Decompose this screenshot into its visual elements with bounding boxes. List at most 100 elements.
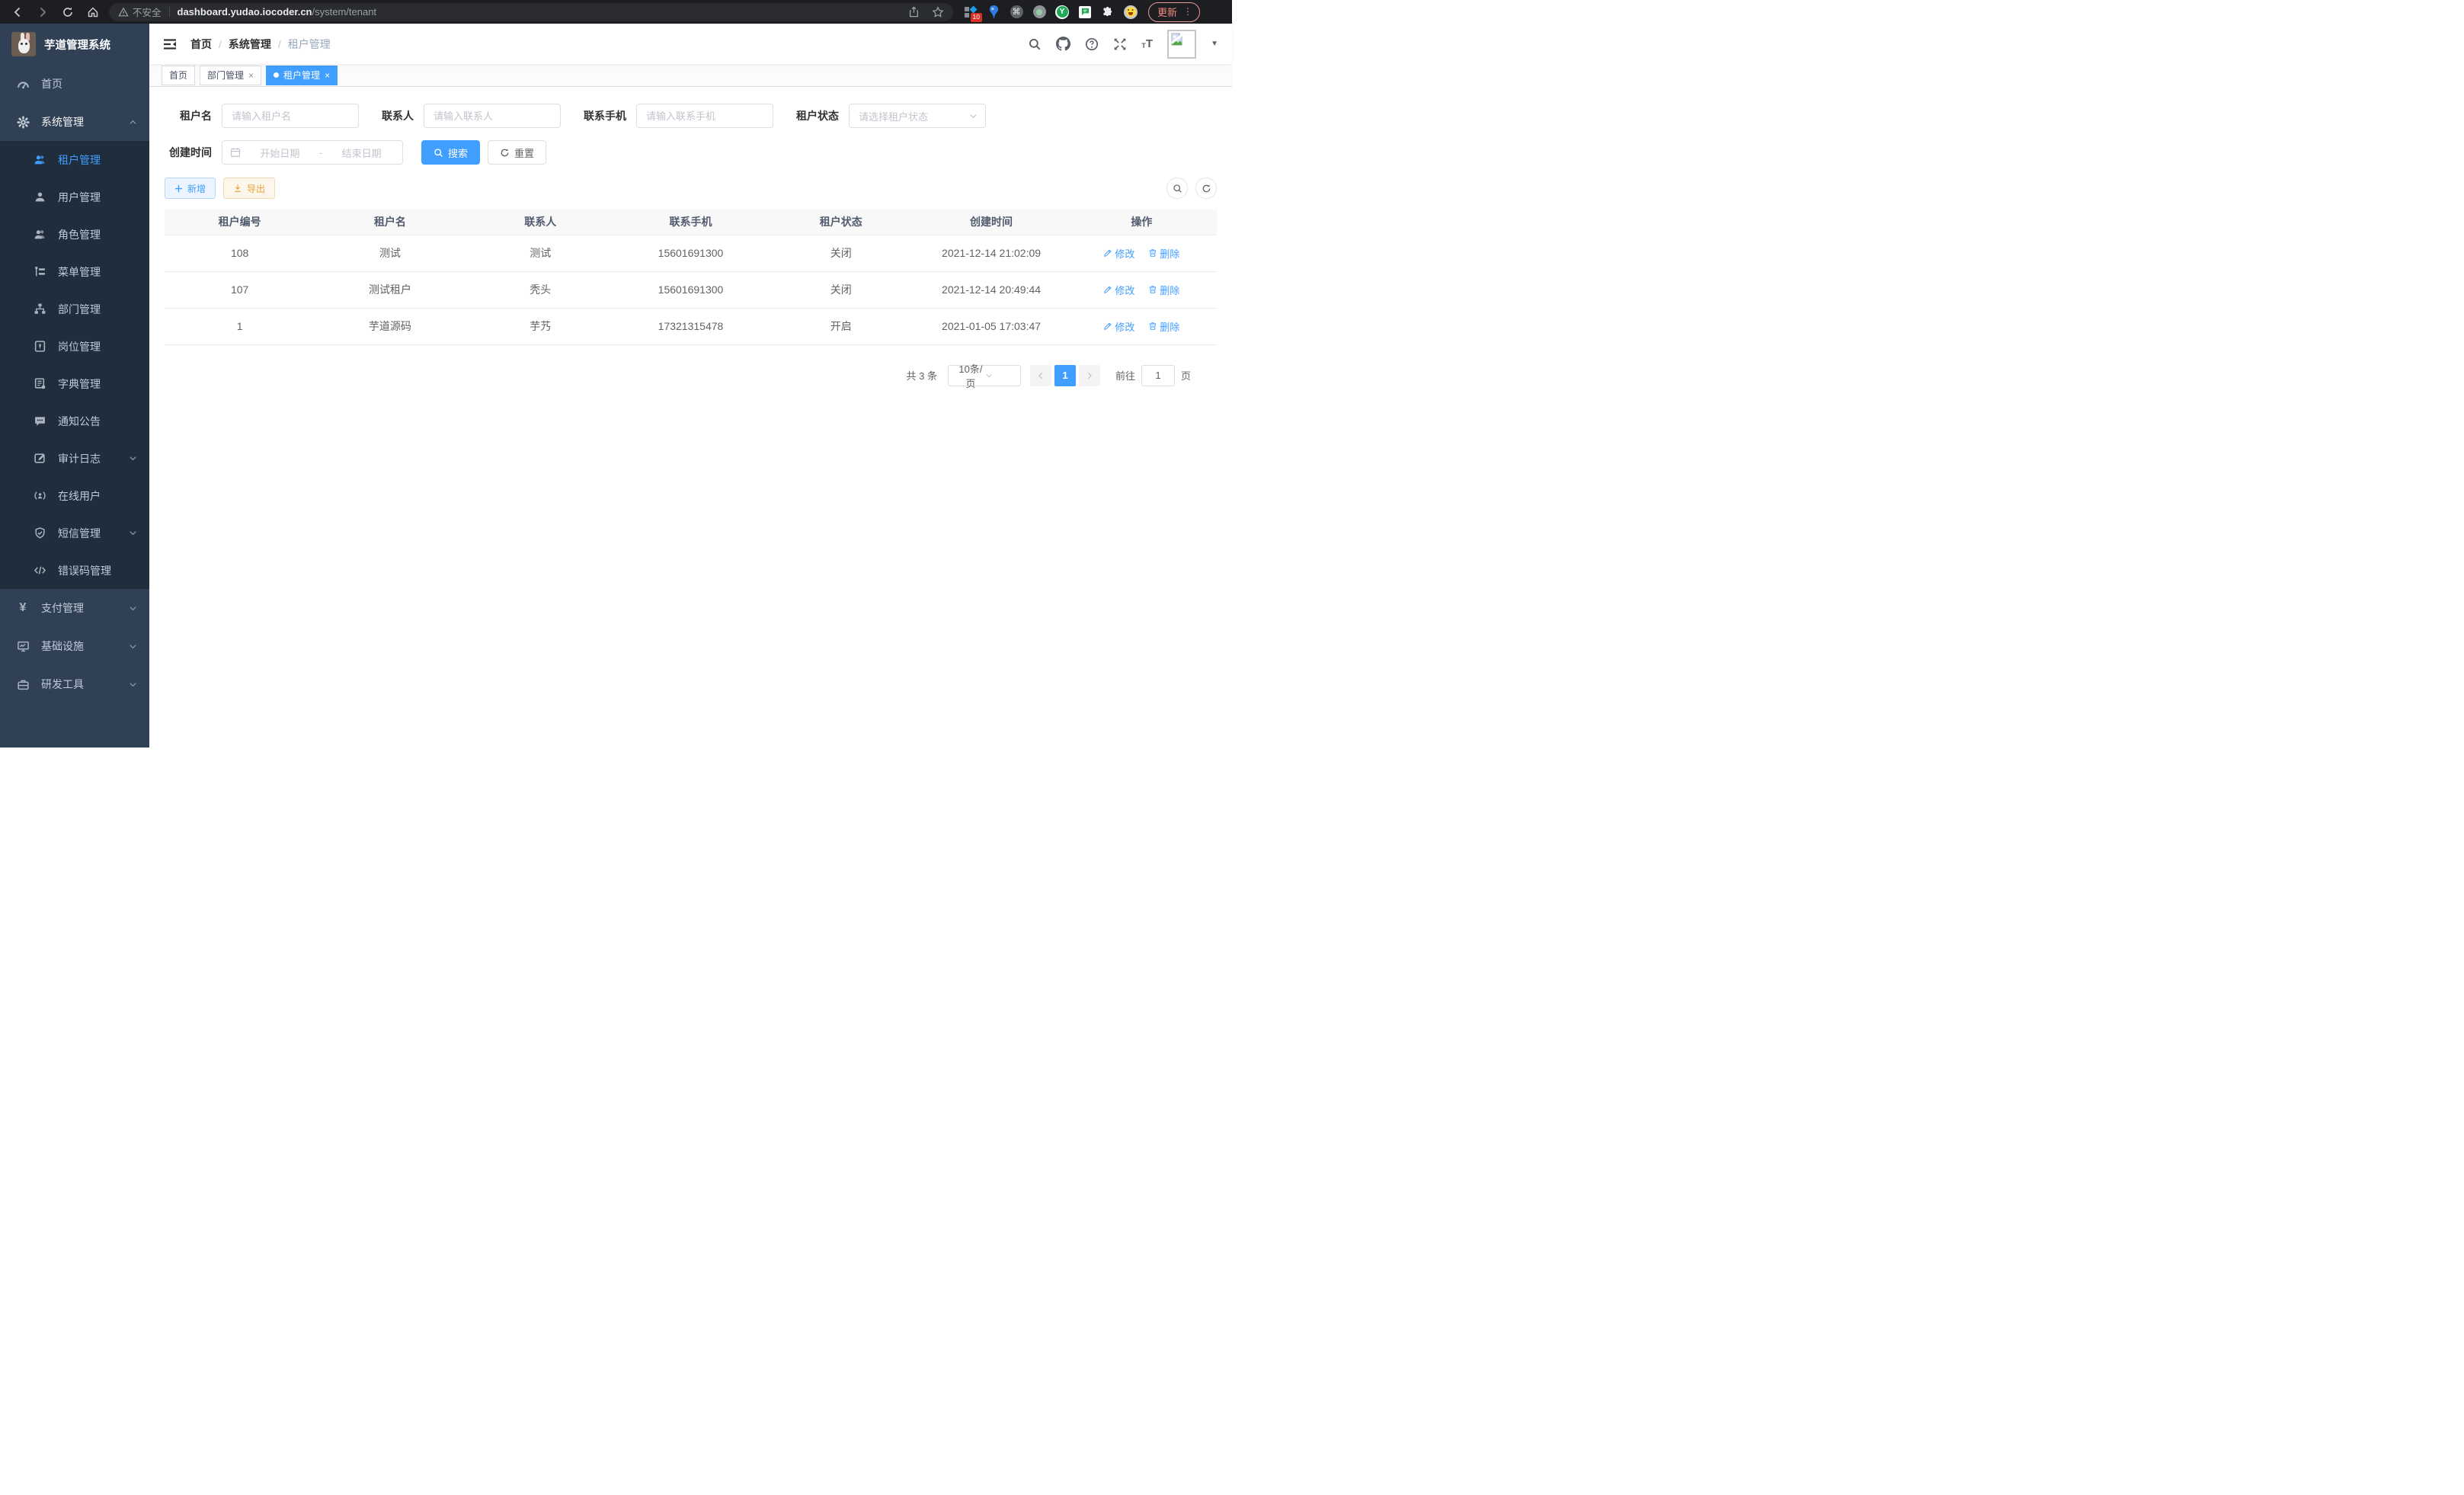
browser-home-icon[interactable] bbox=[83, 2, 103, 22]
refresh-button[interactable] bbox=[1195, 178, 1217, 199]
sidebar: 芋道管理系统 首页 系统管理 租户管理 bbox=[0, 24, 149, 748]
sidebar-item-tenant[interactable]: 租户管理 bbox=[0, 141, 149, 178]
extension-dot-icon[interactable] bbox=[1032, 5, 1046, 19]
chevron-down-icon bbox=[129, 680, 137, 689]
avatar-caret-icon[interactable]: ▼ bbox=[1211, 40, 1218, 48]
fullscreen-icon[interactable] bbox=[1113, 37, 1127, 51]
next-page-button[interactable] bbox=[1079, 365, 1100, 386]
sidebar-logo[interactable]: 芋道管理系统 bbox=[0, 24, 149, 65]
date-range-picker[interactable]: 开始日期 - 结束日期 bbox=[222, 140, 403, 165]
sidebar-item-online[interactable]: 在线用户 bbox=[0, 477, 149, 514]
page-number-1[interactable]: 1 bbox=[1054, 365, 1076, 386]
export-button[interactable]: 导出 bbox=[223, 178, 275, 199]
extension-grid-icon[interactable]: 10 bbox=[964, 5, 978, 19]
online-signal-icon bbox=[32, 489, 47, 502]
active-tab-dot bbox=[274, 72, 279, 78]
tab-dept[interactable]: 部门管理 × bbox=[200, 66, 261, 85]
goto-page-input[interactable] bbox=[1141, 365, 1175, 386]
browser-toolbar: 不安全 dashboard.yudao.iocoder.cn/system/te… bbox=[0, 0, 1232, 24]
edit-link[interactable]: 修改 bbox=[1103, 283, 1134, 297]
table-row: 108 测试 测试 15601691300 关闭 2021-12-14 21:0… bbox=[165, 235, 1217, 271]
date-separator: - bbox=[319, 147, 322, 158]
tree-list-icon bbox=[32, 265, 47, 278]
browser-reload-icon[interactable] bbox=[58, 2, 78, 22]
search-button[interactable]: 搜索 bbox=[421, 140, 480, 165]
sidebar-item-sms[interactable]: 短信管理 bbox=[0, 514, 149, 552]
extension-chat-icon[interactable] bbox=[1078, 5, 1092, 19]
sidebar-item-audit[interactable]: 审计日志 bbox=[0, 440, 149, 477]
sidebar-item-home[interactable]: 首页 bbox=[0, 65, 149, 103]
sidebar-item-user[interactable]: 用户管理 bbox=[0, 178, 149, 216]
phone-input[interactable] bbox=[636, 104, 773, 128]
sidebar-item-infra[interactable]: 基础设施 bbox=[0, 627, 149, 665]
page-unit-label: 页 bbox=[1181, 368, 1191, 383]
tenant-page: 租户名 联系人 联系手机 租户状态 请选择租户状态 bbox=[149, 87, 1232, 748]
sidebar-item-notice[interactable]: 通知公告 bbox=[0, 402, 149, 440]
sidebar-item-post[interactable]: 岗位管理 bbox=[0, 328, 149, 365]
chevron-down-icon bbox=[129, 604, 137, 613]
col-status: 租户状态 bbox=[766, 210, 916, 235]
extension-pin-icon[interactable] bbox=[987, 5, 1000, 19]
table-row: 107 测试租户 秃头 15601691300 关闭 2021-12-14 20… bbox=[165, 271, 1217, 308]
browser-menu-icon[interactable]: ⋮ bbox=[1183, 6, 1192, 17]
close-icon[interactable]: × bbox=[325, 70, 330, 81]
address-bar[interactable]: 不安全 dashboard.yudao.iocoder.cn/system/te… bbox=[109, 3, 953, 21]
extensions-puzzle-icon[interactable] bbox=[1101, 5, 1115, 19]
breadcrumb-section[interactable]: 系统管理 bbox=[229, 37, 271, 52]
close-icon[interactable]: × bbox=[248, 70, 254, 81]
not-secure-icon bbox=[118, 7, 129, 18]
delete-link[interactable]: 删除 bbox=[1148, 319, 1179, 334]
id-badge-icon bbox=[32, 340, 47, 353]
contact-label: 联系人 bbox=[382, 108, 414, 123]
status-label: 租户状态 bbox=[796, 108, 839, 123]
sidebar-item-tools[interactable]: 研发工具 bbox=[0, 665, 149, 703]
browser-update-button[interactable]: 更新 ⋮ bbox=[1148, 2, 1200, 22]
tenant-name-label: 租户名 bbox=[165, 108, 212, 123]
tenant-name-input[interactable] bbox=[222, 104, 359, 128]
browser-forward-icon[interactable] bbox=[33, 2, 53, 22]
delete-link[interactable]: 删除 bbox=[1148, 283, 1179, 297]
sidebar-item-pay[interactable]: ¥ 支付管理 bbox=[0, 589, 149, 627]
sidebar-item-system[interactable]: 系统管理 bbox=[0, 103, 149, 141]
sidebar-item-menu[interactable]: 菜单管理 bbox=[0, 253, 149, 290]
add-button[interactable]: 新增 bbox=[165, 178, 216, 199]
status-select[interactable]: 请选择租户状态 bbox=[849, 104, 986, 128]
prev-page-button[interactable] bbox=[1030, 365, 1051, 386]
reset-button[interactable]: 重置 bbox=[488, 140, 546, 165]
sidebar-item-dept[interactable]: 部门管理 bbox=[0, 290, 149, 328]
total-count: 共 3 条 bbox=[907, 368, 937, 383]
toggle-search-button[interactable] bbox=[1166, 178, 1188, 199]
font-size-icon[interactable]: TT bbox=[1141, 38, 1153, 50]
sidebar-item-dict[interactable]: 字典管理 bbox=[0, 365, 149, 402]
extension-command-icon[interactable]: ⌘ bbox=[1010, 5, 1023, 19]
monitor-icon bbox=[15, 640, 30, 653]
extension-y-icon[interactable]: Y bbox=[1055, 5, 1069, 19]
sidebar-item-role[interactable]: 角色管理 bbox=[0, 216, 149, 253]
users-icon bbox=[32, 153, 47, 166]
share-icon[interactable] bbox=[908, 6, 920, 18]
contact-input[interactable] bbox=[424, 104, 561, 128]
browser-back-icon[interactable] bbox=[8, 2, 27, 22]
bookmark-star-icon[interactable] bbox=[932, 6, 944, 18]
edit-link[interactable]: 修改 bbox=[1103, 319, 1134, 334]
edit-log-icon bbox=[32, 452, 47, 465]
header-search-icon[interactable] bbox=[1028, 37, 1042, 51]
user-avatar[interactable] bbox=[1167, 30, 1196, 59]
toolbox-icon bbox=[15, 678, 30, 691]
breadcrumb-current: 租户管理 bbox=[288, 37, 331, 52]
extension-badge: 10 bbox=[971, 13, 982, 21]
tab-home[interactable]: 首页 bbox=[162, 66, 195, 85]
page-size-select[interactable]: 10条/页 bbox=[948, 365, 1021, 386]
chevron-down-icon bbox=[129, 642, 137, 651]
table-header-row: 租户编号 租户名 联系人 联系手机 租户状态 创建时间 操作 bbox=[165, 210, 1217, 235]
breadcrumb-home[interactable]: 首页 bbox=[190, 37, 212, 52]
sidebar-collapse-icon[interactable] bbox=[163, 38, 177, 50]
profile-avatar-icon[interactable] bbox=[1124, 5, 1138, 19]
delete-link[interactable]: 删除 bbox=[1148, 246, 1179, 261]
system-submenu: 租户管理 用户管理 角色管理 菜单管理 bbox=[0, 141, 149, 589]
edit-link[interactable]: 修改 bbox=[1103, 246, 1134, 261]
github-icon[interactable] bbox=[1056, 37, 1070, 51]
tab-tenant[interactable]: 租户管理 × bbox=[266, 66, 338, 85]
sidebar-item-errcode[interactable]: 错误码管理 bbox=[0, 552, 149, 589]
help-icon[interactable] bbox=[1085, 37, 1099, 51]
